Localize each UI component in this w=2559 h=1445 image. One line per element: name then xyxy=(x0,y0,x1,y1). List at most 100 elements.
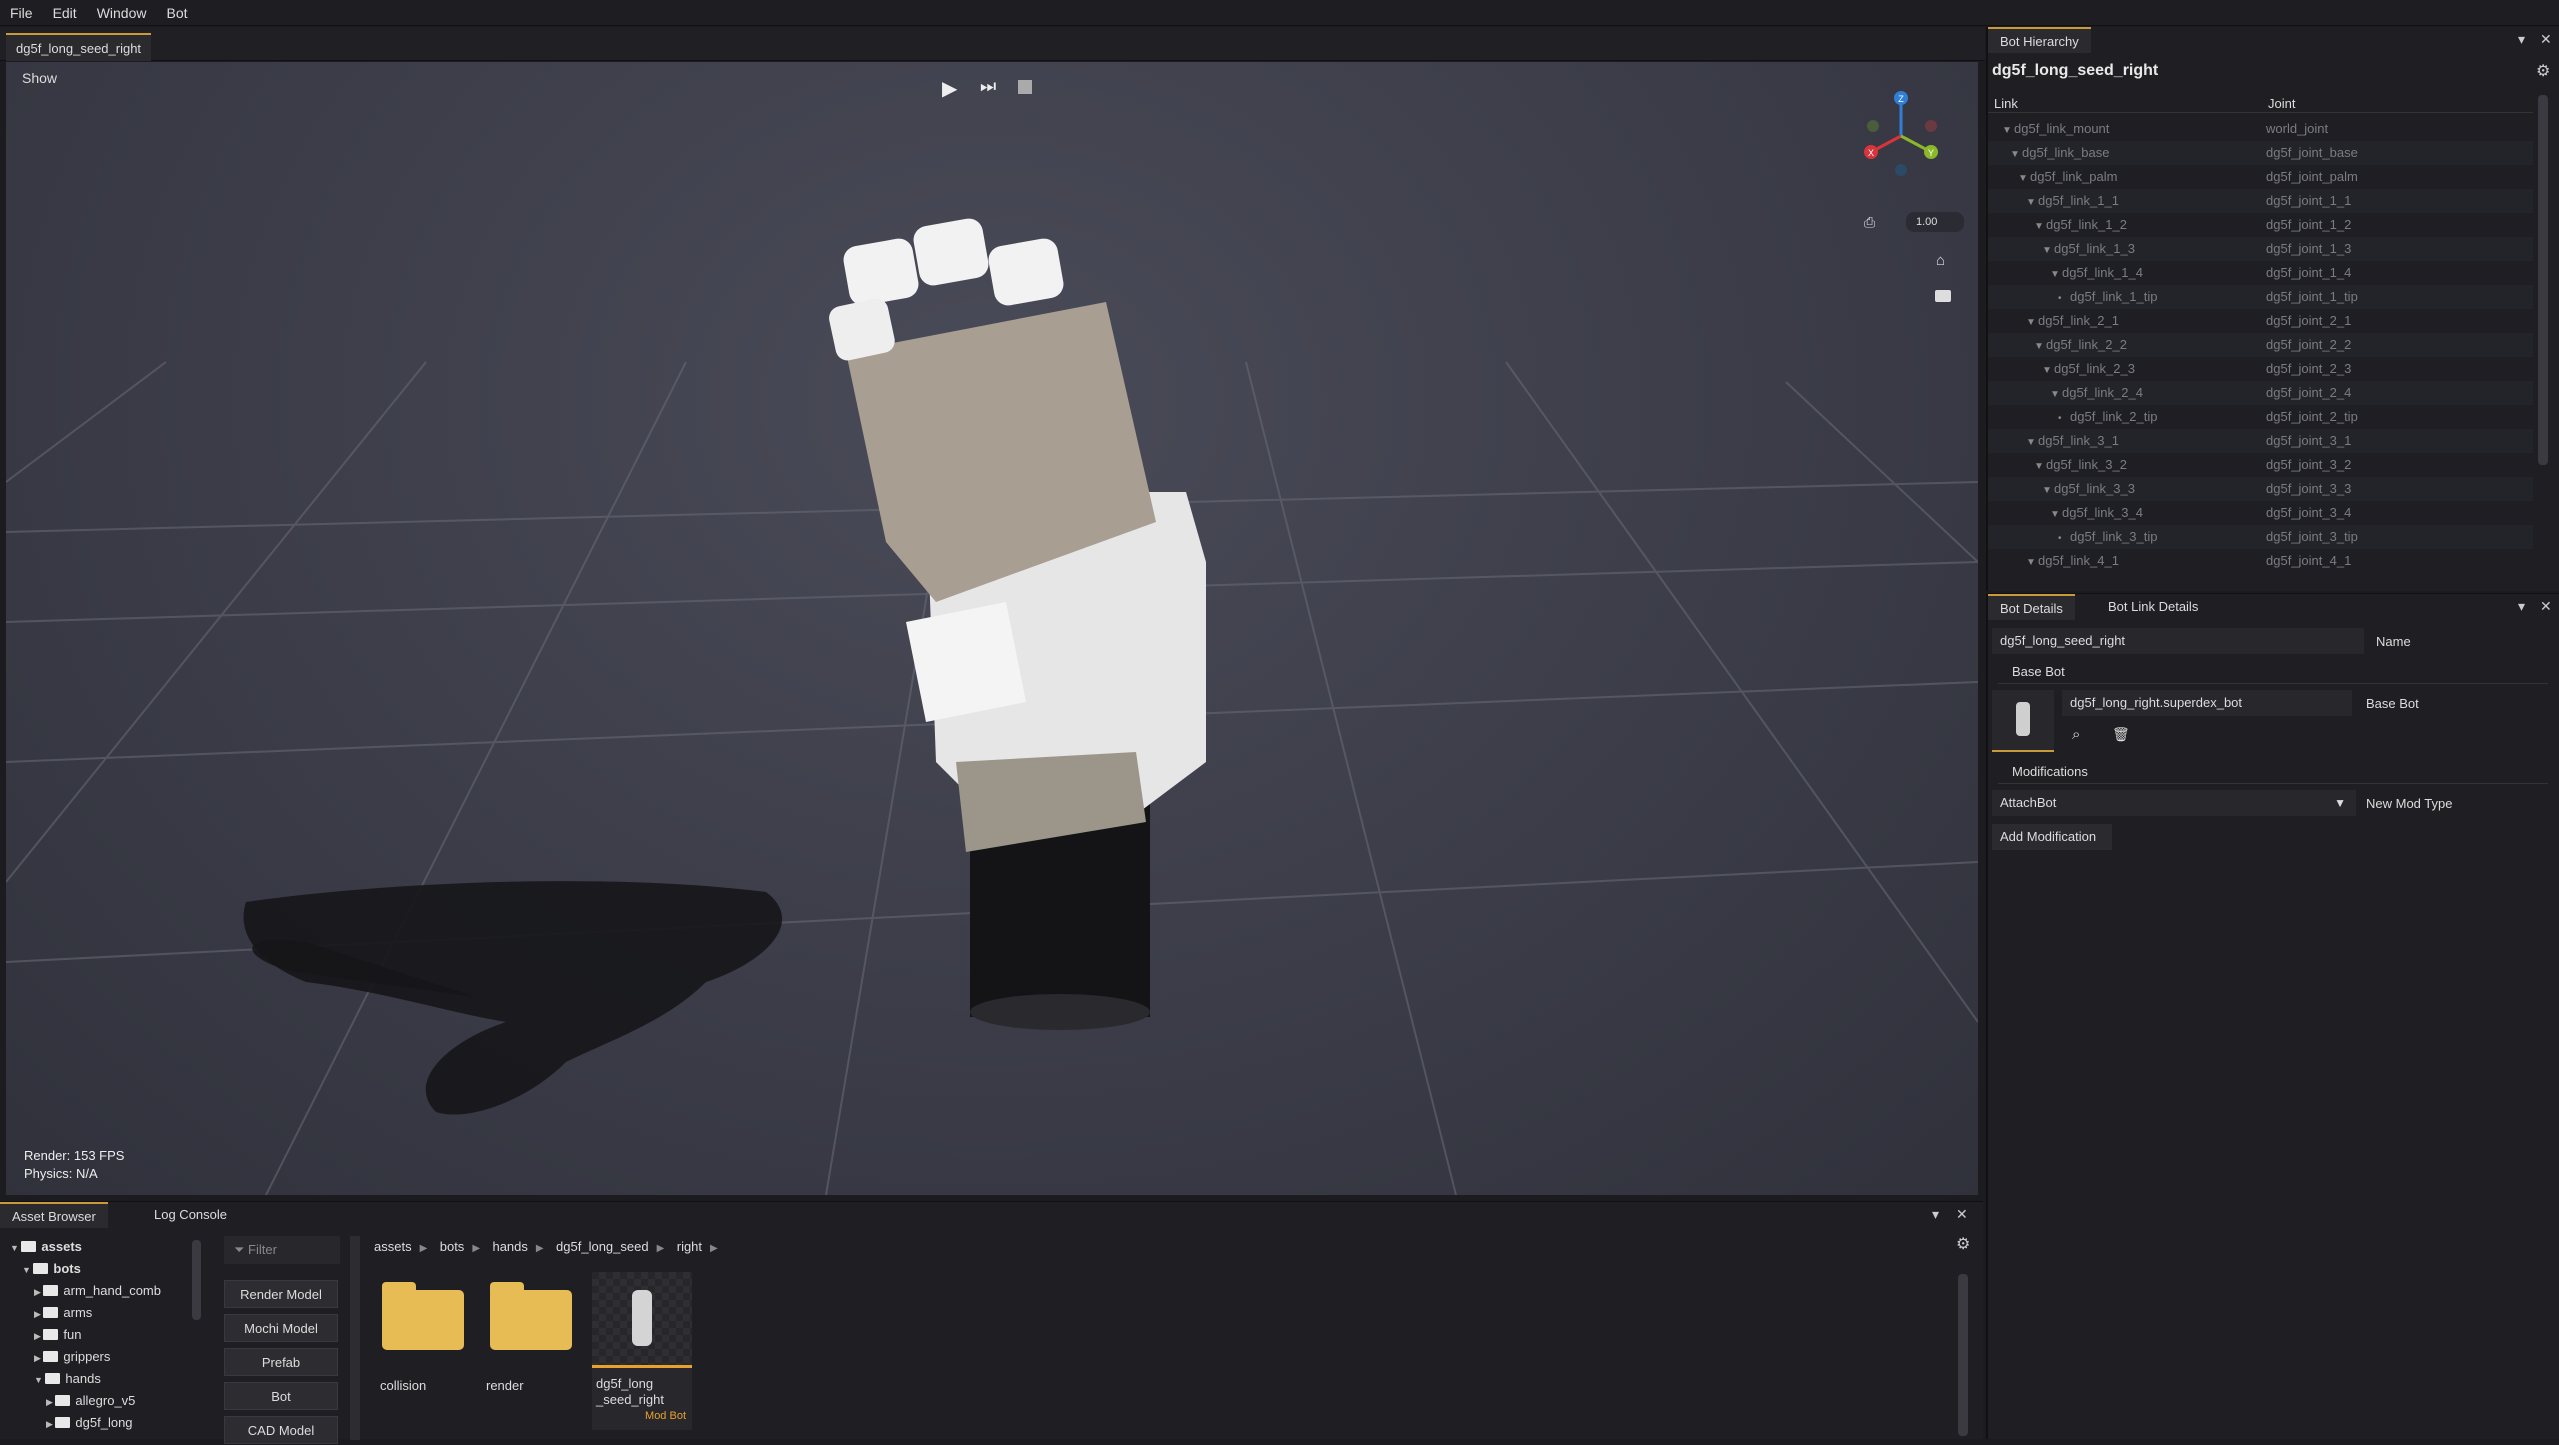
expand-arrow-icon[interactable]: ▶ xyxy=(34,1353,43,1363)
hierarchy-row[interactable]: ▼ dg5f_link_mount world_joint xyxy=(1988,117,2533,141)
expand-arrow-icon[interactable]: ▶ xyxy=(46,1397,55,1407)
hierarchy-row[interactable]: ▼ dg5f_link_2_4 dg5f_joint_2_4 xyxy=(1988,381,2533,405)
expand-arrow-icon[interactable]: ▼ xyxy=(2034,221,2046,232)
tree-item[interactable]: ▶ dg5f_long xyxy=(10,1412,210,1434)
home-icon[interactable]: ⌂ xyxy=(1936,252,1945,269)
expand-arrow-icon[interactable]: ▼ xyxy=(2026,437,2038,448)
hierarchy-row[interactable]: ▼ dg5f_link_1_4 dg5f_joint_1_4 xyxy=(1988,261,2533,285)
base-bot-thumbnail[interactable] xyxy=(1992,690,2054,752)
browser-scrollbar[interactable] xyxy=(1958,1274,1968,1436)
expand-arrow-icon[interactable]: ▶ xyxy=(46,1419,55,1429)
expand-arrow-icon[interactable]: ▼ xyxy=(2026,197,2038,208)
viewport-tab[interactable]: dg5f_long_seed_right xyxy=(6,33,152,61)
expand-arrow-icon[interactable]: ▶ xyxy=(34,1331,43,1341)
menu-bot[interactable]: Bot xyxy=(156,5,197,21)
expand-arrow-icon[interactable]: ▼ xyxy=(2042,485,2054,496)
crumb-dg5f-long-seed[interactable]: dg5f_long_seed xyxy=(556,1239,649,1254)
hierarchy-row[interactable]: ▼ dg5f_link_2_1 dg5f_joint_2_1 xyxy=(1988,309,2533,333)
close-icon[interactable]: ✕ xyxy=(2540,598,2552,615)
expand-arrow-icon[interactable]: ▼ xyxy=(2042,245,2054,256)
expand-arrow-icon[interactable]: ▼ xyxy=(2050,269,2062,280)
menu-file[interactable]: File xyxy=(0,5,43,21)
type-prefab[interactable]: Prefab xyxy=(224,1348,338,1376)
tab-bot-link-details[interactable]: Bot Link Details xyxy=(2096,594,2210,620)
expand-arrow-icon[interactable]: ▼ xyxy=(2042,365,2054,376)
trash-icon[interactable]: 🗑 xyxy=(2112,726,2130,743)
hierarchy-row[interactable]: ▼ dg5f_link_3_1 dg5f_joint_3_1 xyxy=(1988,429,2533,453)
bullet-icon[interactable]: • xyxy=(2058,413,2070,424)
hierarchy-row[interactable]: ▼ dg5f_link_3_3 dg5f_joint_3_3 xyxy=(1988,477,2533,501)
tree-item[interactable]: ▶ grippers xyxy=(10,1346,210,1368)
show-button[interactable]: Show xyxy=(22,70,57,86)
type-bot[interactable]: Bot xyxy=(224,1382,338,1410)
crumb-right[interactable]: right xyxy=(677,1239,702,1254)
hierarchy-row[interactable]: ▼ dg5f_link_3_2 dg5f_joint_3_2 xyxy=(1988,453,2533,477)
expand-arrow-icon[interactable]: ▶ xyxy=(34,1287,43,1297)
hierarchy-row[interactable]: ▼ dg5f_link_1_1 dg5f_joint_1_1 xyxy=(1988,189,2533,213)
hierarchy-row[interactable]: • dg5f_link_3_tip dg5f_joint_3_tip xyxy=(1988,525,2533,549)
tab-bot-details[interactable]: Bot Details xyxy=(1988,594,2075,620)
hand-model[interactable] xyxy=(6,62,1978,1195)
camera-icon[interactable]: ⎙ xyxy=(1864,214,1875,231)
tree-item[interactable]: ▼ bots xyxy=(10,1258,210,1280)
hierarchy-row[interactable]: ▼ dg5f_link_1_3 dg5f_joint_1_3 xyxy=(1988,237,2533,261)
expand-arrow-icon[interactable]: ▼ xyxy=(2026,557,2038,568)
tree-item[interactable]: ▶ fun xyxy=(10,1324,210,1346)
video-icon[interactable] xyxy=(1935,290,1951,302)
panel-menu-icon[interactable]: ▾ xyxy=(2518,31,2525,48)
close-icon[interactable]: ✕ xyxy=(1956,1206,1968,1223)
tree-item[interactable]: ▼ assets xyxy=(10,1236,210,1258)
crumb-hands[interactable]: hands xyxy=(492,1239,527,1254)
type-render-model[interactable]: Render Model xyxy=(224,1280,338,1308)
tab-bot-hierarchy[interactable]: Bot Hierarchy xyxy=(1988,27,2091,53)
expand-arrow-icon[interactable]: ▼ xyxy=(2050,389,2062,400)
type-mochi-model[interactable]: Mochi Model xyxy=(224,1314,338,1342)
bullet-icon[interactable]: • xyxy=(2058,533,2070,544)
hierarchy-row[interactable]: • dg5f_link_1_tip dg5f_joint_1_tip xyxy=(1988,285,2533,309)
hierarchy-row[interactable]: ▼ dg5f_link_4_1 dg5f_joint_4_1 xyxy=(1988,549,2533,573)
hierarchy-row[interactable]: ▼ dg5f_link_2_3 dg5f_joint_2_3 xyxy=(1988,357,2533,381)
hierarchy-row[interactable]: ▼ dg5f_link_base dg5f_joint_base xyxy=(1988,141,2533,165)
expand-arrow-icon[interactable]: ▼ xyxy=(2034,341,2046,352)
base-bot-field[interactable]: dg5f_long_right.superdex_bot xyxy=(2062,690,2352,716)
step-forward-icon[interactable]: ⏭ xyxy=(980,76,996,97)
panel-menu-icon[interactable]: ▾ xyxy=(2518,598,2525,615)
tile-render-label[interactable]: render xyxy=(486,1378,524,1393)
3d-viewport[interactable]: Show ▶ ⏭ Z X Y ⎙ 1.00 ⌂ Render: 153 FPS … xyxy=(6,62,1978,1195)
expand-arrow-icon[interactable]: ▼ xyxy=(2002,125,2014,136)
hierarchy-row[interactable]: ▼ dg5f_link_2_2 dg5f_joint_2_2 xyxy=(1988,333,2533,357)
crumb-bots[interactable]: bots xyxy=(440,1239,465,1254)
play-icon[interactable]: ▶ xyxy=(942,76,957,101)
stop-icon[interactable] xyxy=(1018,80,1032,94)
folder-icon[interactable] xyxy=(382,1282,464,1350)
hierarchy-row[interactable]: • dg5f_link_2_tip dg5f_joint_2_tip xyxy=(1988,405,2533,429)
bot-name-field[interactable]: dg5f_long_seed_right xyxy=(1992,628,2364,654)
axis-gizmo[interactable]: Z X Y xyxy=(1861,86,1941,176)
type-cad-model[interactable]: CAD Model xyxy=(224,1416,338,1444)
expand-arrow-icon[interactable]: ▼ xyxy=(2034,461,2046,472)
tile-collision-label[interactable]: collision xyxy=(380,1378,426,1393)
filter-input[interactable]: ⏷ Filter xyxy=(224,1236,340,1264)
menu-window[interactable]: Window xyxy=(87,5,157,21)
bot-tile[interactable]: dg5f_long _seed_right Mod Bot xyxy=(592,1272,692,1430)
close-icon[interactable]: ✕ xyxy=(2540,31,2552,48)
collapse-arrow-icon[interactable]: ▼ xyxy=(34,1375,45,1385)
tab-asset-browser[interactable]: Asset Browser xyxy=(0,1202,108,1228)
crumb-assets[interactable]: assets xyxy=(374,1239,412,1254)
search-icon[interactable]: ⌕ xyxy=(2072,726,2080,743)
gear-icon[interactable]: ⚙ xyxy=(1956,1234,1970,1254)
zoom-field[interactable]: 1.00 xyxy=(1906,212,1964,232)
tree-item[interactable]: ▶ arms xyxy=(10,1302,210,1324)
hierarchy-row[interactable]: ▼ dg5f_link_3_4 dg5f_joint_3_4 xyxy=(1988,501,2533,525)
expand-arrow-icon[interactable]: ▼ xyxy=(2026,317,2038,328)
tree-scrollbar[interactable] xyxy=(192,1240,201,1320)
collapse-arrow-icon[interactable]: ▼ xyxy=(10,1243,21,1253)
tree-item[interactable]: ▼ hands xyxy=(10,1368,210,1390)
folder-icon[interactable] xyxy=(490,1282,572,1350)
hierarchy-row[interactable]: ▼ dg5f_link_palm dg5f_joint_palm xyxy=(1988,165,2533,189)
menu-edit[interactable]: Edit xyxy=(43,5,87,21)
add-modification-button[interactable]: Add Modification xyxy=(1992,824,2112,850)
tree-item[interactable]: ▶ arm_hand_comb xyxy=(10,1280,210,1302)
tree-item[interactable]: ▶ allegro_v5 xyxy=(10,1390,210,1412)
expand-arrow-icon[interactable]: ▼ xyxy=(2010,149,2022,160)
